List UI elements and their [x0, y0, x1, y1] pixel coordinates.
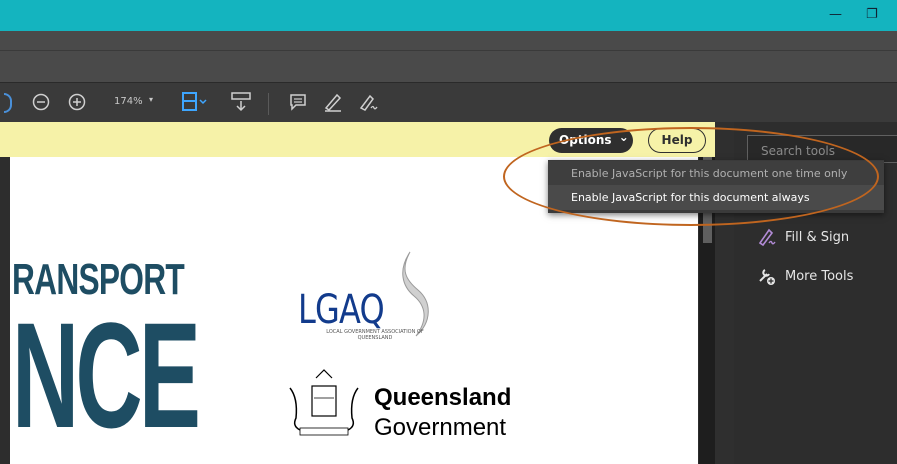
- queensland-text: Queensland: [374, 384, 512, 411]
- search-tools-input[interactable]: Search tools: [747, 135, 897, 163]
- toolbar-separator: [268, 93, 269, 115]
- page-nav-icon[interactable]: [4, 93, 12, 113]
- lgaq-logo: LGAQ: [298, 287, 385, 333]
- lgaq-swoosh-graphic: [402, 251, 429, 337]
- menu-bar: [0, 31, 897, 51]
- minimize-button[interactable]: —: [829, 8, 842, 22]
- menu-item-enable-always[interactable]: Enable JavaScript for this document alwa…: [548, 185, 884, 210]
- help-button[interactable]: Help: [648, 128, 706, 153]
- options-button[interactable]: Options ⌄: [549, 128, 633, 153]
- zoom-value[interactable]: 174%: [114, 96, 143, 107]
- more-tools-label: More Tools: [785, 268, 854, 284]
- queensland-crest-graphic: [289, 369, 359, 436]
- highlight-icon[interactable]: [320, 89, 346, 115]
- fit-page-icon[interactable]: [181, 89, 207, 115]
- options-label: Options: [559, 133, 612, 147]
- chevron-down-icon: ⌄: [618, 130, 629, 144]
- government-text: Government: [374, 414, 507, 441]
- restore-button[interactable]: ❐: [866, 8, 878, 22]
- zoom-in-icon[interactable]: [64, 89, 90, 115]
- fill-sign-label: Fill & Sign: [785, 229, 850, 245]
- options-dropdown-menu: Enable JavaScript for this document one …: [548, 160, 884, 213]
- page-big-text: NCE: [12, 291, 201, 459]
- more-tools-item[interactable]: More Tools: [757, 266, 853, 286]
- toolbar: 174% ▾: [0, 82, 897, 123]
- scroll-mode-icon[interactable]: [228, 89, 254, 115]
- zoom-out-icon[interactable]: [28, 89, 54, 115]
- menu-item-enable-once[interactable]: Enable JavaScript for this document one …: [548, 161, 884, 186]
- comment-icon[interactable]: [285, 89, 311, 115]
- title-bar: — ❐: [0, 0, 897, 31]
- sign-icon[interactable]: [356, 89, 382, 115]
- more-tools-icon: [759, 269, 775, 285]
- fill-sign-icon: [758, 228, 776, 247]
- zoom-dropdown-icon[interactable]: ▾: [149, 95, 153, 104]
- fill-sign-tool[interactable]: Fill & Sign: [757, 227, 849, 247]
- lgaq-subtitle: LOCAL GOVERNMENT ASSOCIATION OF QUEENSLA…: [326, 329, 424, 341]
- tab-bar: [0, 51, 897, 82]
